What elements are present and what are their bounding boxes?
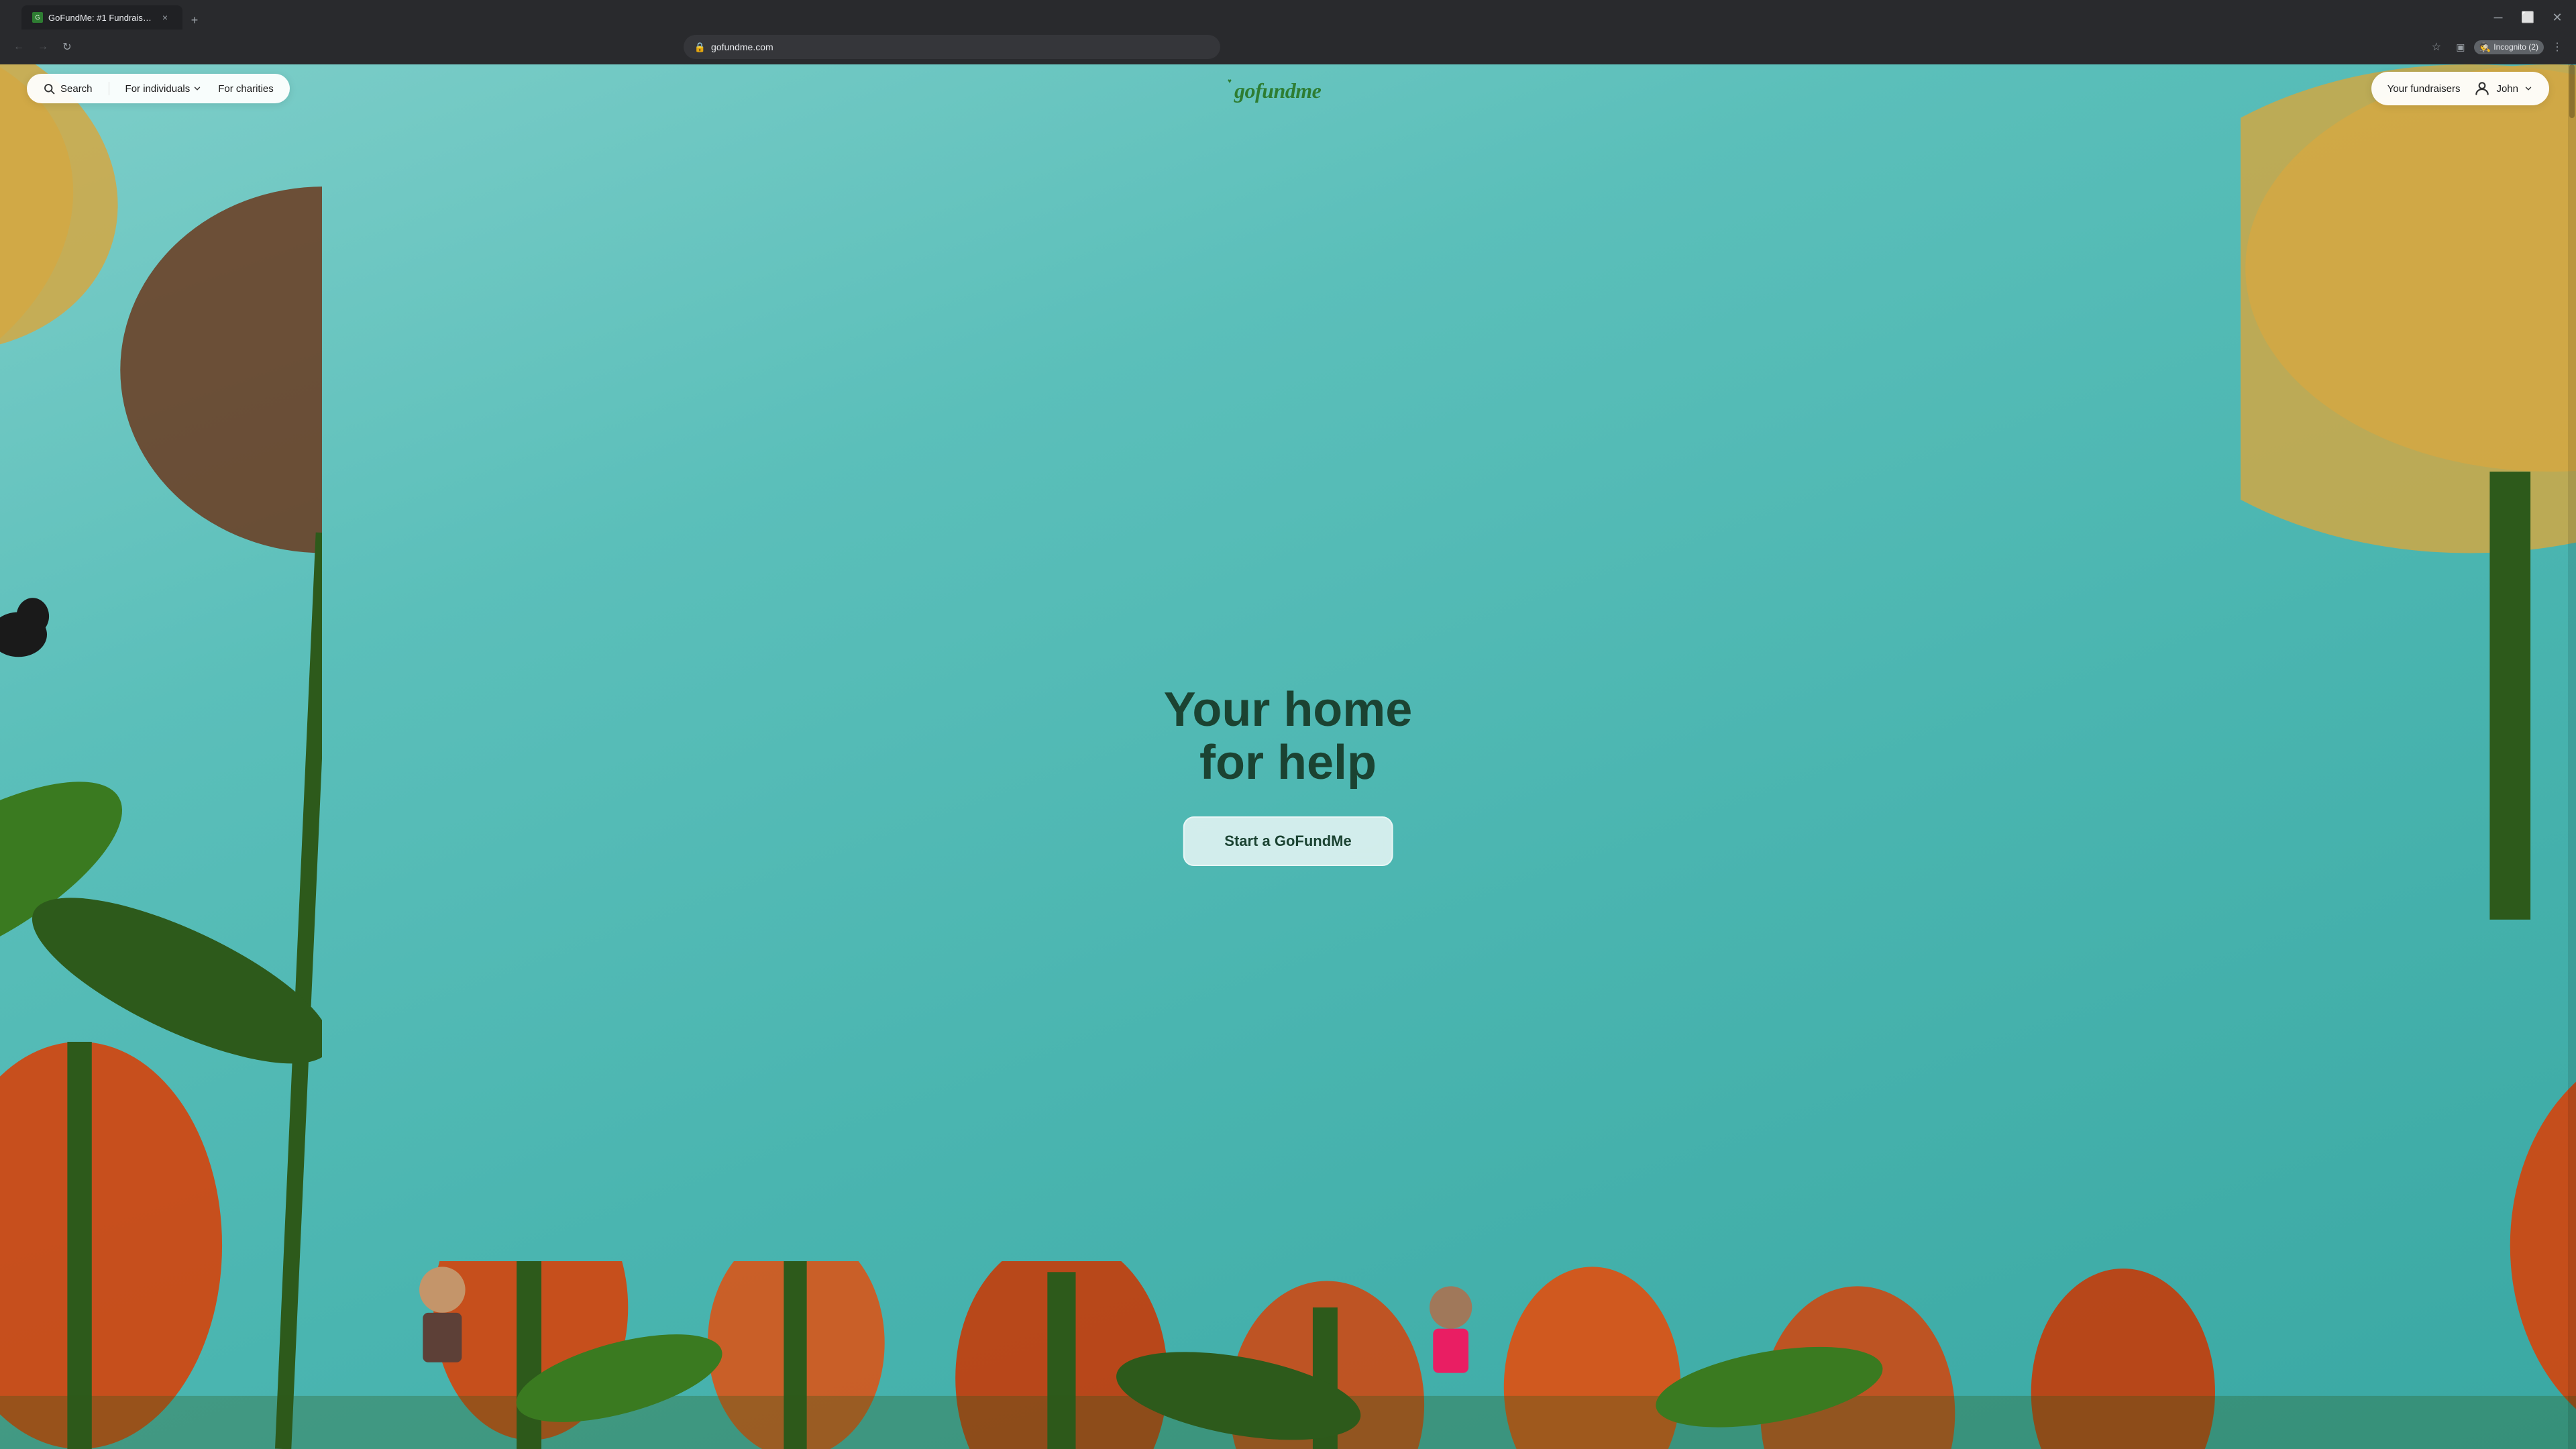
hero-title: Your home for help bbox=[1164, 684, 1413, 790]
scrollbar-track[interactable] bbox=[2568, 64, 2576, 1449]
more-options-button[interactable]: ⋮ bbox=[2546, 36, 2568, 58]
back-button[interactable]: ← bbox=[8, 36, 30, 58]
minimize-button[interactable]: ─ bbox=[2487, 7, 2509, 28]
hero-content: Your home for help Start a GoFundMe bbox=[1164, 684, 1413, 866]
svg-text:gofundme: gofundme bbox=[1234, 78, 1322, 103]
bookmark-button[interactable]: ☆ bbox=[2426, 36, 2447, 58]
user-menu[interactable]: John bbox=[2473, 80, 2533, 97]
active-tab[interactable]: G GoFundMe: #1 Fundraising Pla... × bbox=[21, 5, 182, 30]
site-nav: Search For individuals For charities gof… bbox=[0, 64, 2576, 113]
security-icon: 🔒 bbox=[694, 42, 706, 53]
new-tab-button[interactable]: + bbox=[185, 11, 204, 30]
incognito-badge: 🕵 Incognito (2) bbox=[2474, 40, 2544, 54]
start-gofundme-button[interactable]: Start a GoFundMe bbox=[1183, 816, 1393, 866]
nav-buttons: ← → ↻ bbox=[8, 36, 78, 58]
search-label: Search bbox=[60, 83, 93, 95]
reader-mode-button[interactable]: ▣ bbox=[2450, 36, 2471, 58]
tab-title: GoFundMe: #1 Fundraising Pla... bbox=[48, 13, 153, 23]
tab-favicon: G bbox=[32, 12, 43, 23]
maximize-button[interactable]: ⬜ bbox=[2517, 7, 2538, 28]
scrollbar-thumb[interactable] bbox=[2569, 64, 2575, 118]
for-individuals-label: For individuals bbox=[125, 83, 191, 95]
for-charities-label: For charities bbox=[218, 83, 274, 95]
url-text: gofundme.com bbox=[711, 42, 773, 52]
browser-actions: ☆ ▣ 🕵 Incognito (2) ⋮ bbox=[2426, 36, 2568, 58]
gofundme-logo-svg: gofundme ♥ bbox=[1228, 74, 1348, 107]
url-bar[interactable]: 🔒 gofundme.com bbox=[684, 35, 1220, 59]
your-fundraisers-link[interactable]: Your fundraisers bbox=[2387, 83, 2461, 95]
user-icon bbox=[2473, 80, 2491, 97]
search-item[interactable]: Search bbox=[43, 83, 93, 95]
user-name-label: John bbox=[2496, 83, 2518, 95]
page-content: Search For individuals For charities gof… bbox=[0, 64, 2576, 1449]
close-button[interactable]: ✕ bbox=[2546, 7, 2568, 28]
tab-close-button[interactable]: × bbox=[158, 11, 172, 24]
refresh-button[interactable]: ↻ bbox=[56, 36, 78, 58]
for-charities-menu[interactable]: For charities bbox=[218, 83, 274, 95]
title-bar: G GoFundMe: #1 Fundraising Pla... × + ─ … bbox=[0, 0, 2576, 30]
address-bar: ← → ↻ 🔒 gofundme.com ☆ ▣ 🕵 Incognito (2)… bbox=[0, 30, 2576, 64]
nav-right: Your fundraisers John bbox=[2371, 72, 2549, 105]
chevron-down-icon bbox=[2524, 84, 2533, 93]
for-individuals-menu[interactable]: For individuals bbox=[125, 83, 203, 95]
svg-text:♥: ♥ bbox=[1228, 78, 1232, 85]
site-logo[interactable]: gofundme ♥ bbox=[1228, 74, 1348, 107]
forward-button[interactable]: → bbox=[32, 36, 54, 58]
nav-left: Search For individuals For charities bbox=[27, 74, 290, 103]
browser-chrome: G GoFundMe: #1 Fundraising Pla... × + ─ … bbox=[0, 0, 2576, 64]
tab-bar: G GoFundMe: #1 Fundraising Pla... × + bbox=[16, 5, 2482, 30]
